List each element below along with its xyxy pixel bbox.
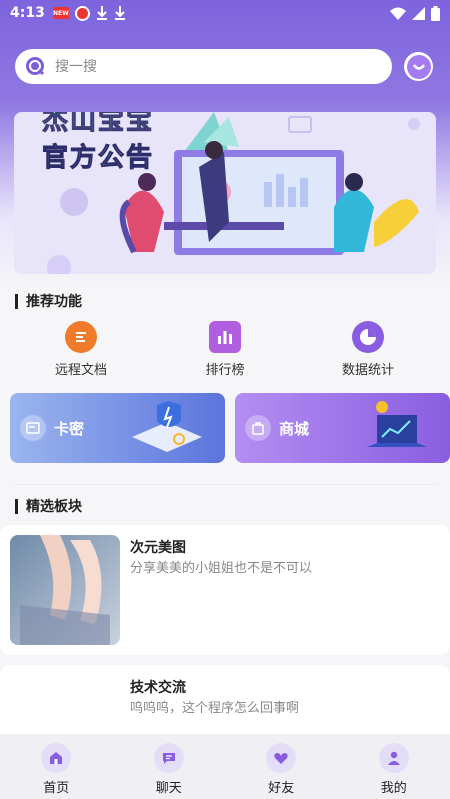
banner-title: 杰山宝宝 官方公告 <box>41 112 155 174</box>
search-input[interactable] <box>55 58 355 75</box>
section-divider <box>14 484 436 485</box>
status-time: 4:13 <box>10 5 45 21</box>
section-marker <box>15 498 18 514</box>
home-icon <box>41 743 72 773</box>
nav-label: 我的 <box>380 781 407 796</box>
status-bar: 4:13 NEW <box>0 0 450 26</box>
section-title: 推荐功能 <box>26 294 82 310</box>
section-header-featured: 精选板块 <box>15 496 82 516</box>
section-marker <box>15 293 18 309</box>
document-icon <box>65 321 97 353</box>
feature-statistics[interactable]: 数据统计 <box>313 321 423 378</box>
signal-icon <box>412 6 425 20</box>
search-bar[interactable] <box>15 49 392 84</box>
download-icon <box>114 6 126 20</box>
laptop-illustration <box>367 401 427 447</box>
promo-card-key[interactable]: 卡密 <box>10 393 225 463</box>
nav-item-home[interactable]: 首页 <box>16 743 96 796</box>
feature-remote-docs[interactable]: 远程文档 <box>26 321 136 378</box>
feature-label: 排行榜 <box>205 363 245 378</box>
post-title: 技术交流 <box>130 680 186 696</box>
nav-label: 好友 <box>268 781 295 796</box>
feature-leaderboard[interactable]: 排行榜 <box>170 321 280 378</box>
nav-label: 聊天 <box>155 781 182 796</box>
bar-chart-icon <box>209 321 241 353</box>
post-card-tech[interactable]: OX 技术交流 呜呜呜，这个程序怎么回事啊 <box>0 665 450 785</box>
nav-item-chat[interactable]: 聊天 <box>129 743 209 796</box>
post-title: 次元美图 <box>130 540 186 556</box>
heart-icon <box>266 743 297 773</box>
card-icon <box>20 415 46 441</box>
smile-icon <box>406 54 431 79</box>
notification-app-icon <box>74 5 90 21</box>
section-header-recommended: 推荐功能 <box>15 291 82 311</box>
shopping-bag-icon <box>245 415 271 441</box>
bottom-navigation: 首页 聊天 好友 我的 <box>0 734 450 799</box>
download-icon <box>96 6 108 20</box>
feature-label: 数据统计 <box>341 363 394 378</box>
shield-illustration <box>132 401 202 452</box>
feature-label: 远程文档 <box>54 363 107 378</box>
nav-item-friends[interactable]: 好友 <box>241 743 321 796</box>
pie-chart-icon <box>352 321 384 353</box>
announcement-banner[interactable]: 杰山宝宝 官方公告 <box>14 112 436 274</box>
post-description: 呜呜呜，这个程序怎么回事啊 <box>130 701 300 716</box>
user-icon <box>378 743 409 773</box>
promo-label: 商城 <box>279 419 310 438</box>
post-thumbnail <box>10 535 120 645</box>
post-description: 分享美美的小姐姐也不是不可以 <box>130 561 313 576</box>
battery-icon <box>431 5 440 21</box>
profile-avatar-button[interactable] <box>404 52 433 81</box>
promo-card-shop[interactable]: 商城 <box>235 393 450 463</box>
nav-item-profile[interactable]: 我的 <box>354 743 434 796</box>
nav-label: 首页 <box>43 781 70 796</box>
post-card-anime-art[interactable]: 次元美图 分享美美的小姐姐也不是不可以 <box>0 525 450 655</box>
section-title: 精选板块 <box>26 499 82 515</box>
promo-label: 卡密 <box>54 419 85 438</box>
wifi-icon <box>390 7 406 20</box>
search-icon <box>26 56 45 75</box>
news-app-icon: NEW <box>52 7 69 19</box>
chat-icon <box>153 743 184 773</box>
